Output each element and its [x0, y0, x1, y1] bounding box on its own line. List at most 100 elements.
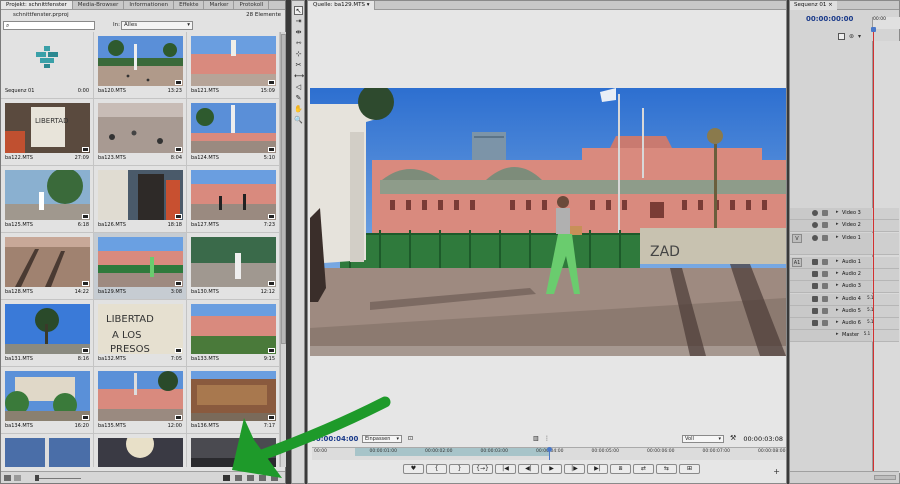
eye-icon[interactable] — [812, 234, 818, 241]
go-to-out-button[interactable]: ▶| — [587, 464, 608, 474]
source-target-toggle[interactable] — [792, 331, 802, 340]
project-scrollbar[interactable] — [280, 32, 286, 467]
expand-arrow-icon[interactable]: ▸ — [836, 319, 839, 325]
clip-item[interactable]: ba120.MTS 13:23 — [94, 32, 187, 99]
clip-thumbnail[interactable] — [5, 170, 90, 220]
lock-icon[interactable] — [822, 210, 828, 216]
expand-arrow-icon[interactable]: ▸ — [836, 307, 839, 313]
tab-sequence[interactable]: Sequenz 01 × — [790, 1, 837, 10]
expand-arrow-icon[interactable]: ▸ — [836, 282, 839, 288]
source-target-toggle[interactable]: V — [792, 233, 802, 243]
pen-tool-icon[interactable]: ✎ — [294, 94, 303, 103]
clip-thumbnail[interactable] — [5, 237, 90, 287]
mark-out-button[interactable]: } — [449, 464, 470, 474]
clip-item[interactable]: ba133.MTS 9:15 — [187, 300, 280, 367]
in-dropdown[interactable]: Alles ▾ — [121, 21, 193, 30]
tab-projekt[interactable]: Projekt: schnittfenster — [1, 1, 73, 9]
rolling-edit-tool-icon[interactable]: ⇿ — [294, 39, 303, 48]
play-button[interactable]: ▶ — [541, 464, 562, 474]
insert-button[interactable]: ⇄ — [633, 464, 654, 474]
expand-arrow-icon[interactable]: ▸ — [836, 209, 839, 215]
tab-protokoll[interactable]: Protokoll — [234, 1, 270, 9]
clip-thumbnail[interactable] — [98, 103, 183, 153]
clip-thumbnail[interactable] — [191, 438, 276, 467]
clip-thumbnail[interactable] — [191, 304, 276, 354]
source-target-toggle[interactable] — [792, 319, 802, 328]
clip-thumbnail[interactable]: LIBERTAD — [5, 103, 90, 153]
source-target-toggle[interactable]: A1 — [792, 257, 802, 267]
source-target-toggle[interactable] — [792, 307, 802, 316]
automate-to-sequence-icon[interactable] — [223, 475, 230, 481]
step-back-in-button[interactable]: |◀ — [495, 464, 516, 474]
clip-item[interactable]: ba134.MTS 16:20 — [1, 367, 94, 434]
clip-item[interactable]: ba136.MTS 7:17 — [187, 367, 280, 434]
scrollbar-thumb[interactable] — [281, 34, 286, 344]
audio-waveform-icon[interactable]: ⋮ — [544, 435, 550, 442]
clip-thumbnail[interactable] — [98, 371, 183, 421]
ripple-edit-tool-icon[interactable]: ⇹ — [294, 28, 303, 37]
source-playhead-timecode[interactable]: 00:00:04:00 — [311, 435, 358, 443]
marker-button[interactable]: ♥ — [403, 464, 424, 474]
source-target-toggle[interactable] — [792, 221, 802, 230]
source-target-toggle[interactable] — [792, 282, 802, 291]
tab-effekte[interactable]: Effekte — [174, 1, 205, 9]
lock-icon[interactable] — [822, 283, 828, 290]
new-item-icon[interactable] — [259, 475, 266, 481]
link-icon[interactable]: ⊛ — [849, 33, 854, 40]
clip-item[interactable]: ba127.MTS 7:23 — [187, 166, 280, 233]
sequence-timecode[interactable]: 00:00:00:00 — [806, 15, 853, 23]
speaker-icon[interactable] — [812, 270, 818, 277]
settings-button[interactable]: ⊞ — [679, 464, 700, 474]
clip-item[interactable]: ba123.MTS 8:04 — [94, 99, 187, 166]
lock-icon[interactable] — [822, 222, 828, 229]
drag-video-icon[interactable]: ⊡ — [408, 435, 413, 442]
speaker-icon[interactable] — [812, 307, 818, 314]
trash-icon[interactable] — [271, 475, 278, 481]
timeline-playhead[interactable] — [873, 27, 874, 473]
tab-informationen[interactable]: Informationen — [124, 1, 175, 9]
clip-thumbnail[interactable] — [5, 371, 90, 421]
slide-tool-icon[interactable]: ◁ — [294, 83, 303, 92]
marker-icon[interactable]: ▾ — [858, 33, 861, 40]
project-search-input[interactable]: ⌕ — [3, 21, 95, 30]
clip-thumbnail[interactable] — [98, 237, 183, 287]
lock-icon[interactable] — [822, 234, 828, 241]
speaker-icon[interactable] — [812, 295, 818, 302]
clip-thumbnail[interactable] — [191, 371, 276, 421]
clip-thumbnail[interactable] — [5, 304, 90, 354]
zoom-fit-dropdown[interactable]: Einpassen ▾ — [362, 435, 402, 443]
overwrite-button[interactable]: ⇆ — [656, 464, 677, 474]
timeline-ruler[interactable]: 00:00 — [872, 17, 900, 29]
source-playhead-handle[interactable] — [547, 447, 552, 452]
export-frame-button[interactable]: ⧈ — [610, 464, 631, 474]
sequence-item[interactable]: Sequenz 01 0:00 — [1, 32, 94, 99]
clip-thumbnail[interactable]: LIBERTAD A LOS PRESOS — [98, 304, 183, 354]
lock-icon[interactable] — [822, 270, 828, 277]
wrench-icon[interactable]: ⚒ — [730, 434, 736, 442]
clip-item[interactable]: ba126.MTS 18:18 — [94, 166, 187, 233]
clip-item[interactable]: ba121.MTS 15:09 — [187, 32, 280, 99]
clip-item[interactable]: LIBERTAD ba122.MTS 27:09 — [1, 99, 94, 166]
playhead-handle[interactable] — [871, 27, 876, 32]
clip-item[interactable]: ba124.MTS 5:10 — [187, 99, 280, 166]
eye-icon[interactable] — [812, 222, 818, 229]
clip-item[interactable]: ba131.MTS 8:16 — [1, 300, 94, 367]
expand-arrow-icon[interactable]: ▸ — [836, 221, 839, 227]
expand-arrow-icon[interactable]: ▸ — [836, 270, 839, 276]
tab-media-browser[interactable]: Media-Browser — [73, 1, 125, 9]
tab-source[interactable]: Quelle: ba129.MTS ▾ — [308, 1, 376, 10]
lock-icon[interactable] — [822, 295, 828, 302]
expand-arrow-icon[interactable]: ▸ — [836, 295, 839, 301]
clip-thumbnail[interactable] — [98, 438, 183, 467]
find-icon[interactable] — [235, 475, 242, 481]
razor-tool-icon[interactable]: ✂ — [294, 61, 303, 70]
speaker-icon[interactable] — [812, 258, 818, 265]
expand-arrow-icon[interactable]: ▸ — [836, 331, 839, 337]
selection-tool-icon[interactable]: ↖ — [294, 6, 303, 15]
speaker-icon[interactable] — [812, 283, 818, 290]
expand-arrow-icon[interactable]: ▸ — [836, 234, 839, 240]
clip-thumbnail[interactable] — [5, 438, 90, 467]
button-editor-icon[interactable]: + — [773, 467, 780, 476]
step-back-button[interactable]: ◀| — [518, 464, 539, 474]
mark-in-button[interactable]: { — [426, 464, 447, 474]
